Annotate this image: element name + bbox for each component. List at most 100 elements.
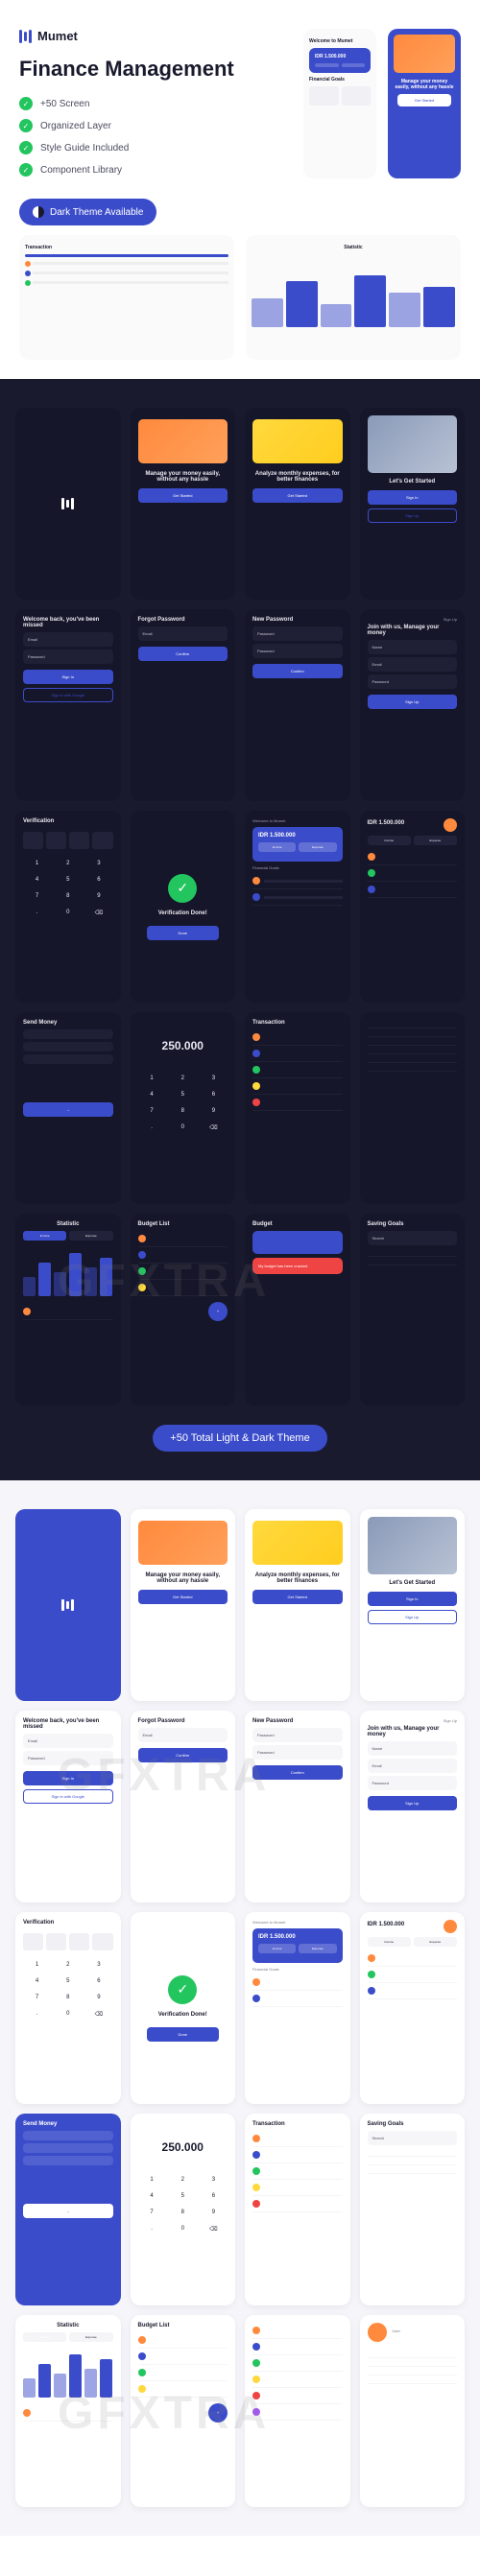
email-field[interactable]: Email: [23, 632, 113, 647]
note-field[interactable]: [23, 2156, 113, 2165]
screen-transaction-dark[interactable]: Transaction: [245, 1012, 350, 1204]
screen-forgot-dark[interactable]: Forgot PasswordEmailConfirm: [131, 609, 236, 801]
avatar[interactable]: [368, 2323, 387, 2342]
expense-tab[interactable]: Expense: [69, 1231, 112, 1241]
screen-splash-dark[interactable]: [15, 408, 121, 600]
password-field[interactable]: Password: [23, 650, 113, 664]
screen-signin-light[interactable]: Welcome back, you've been missedEmailPas…: [15, 1711, 121, 1902]
income-tab[interactable]: Income: [23, 1231, 66, 1241]
income-chip[interactable]: Income: [368, 836, 411, 845]
screen-amount-dark[interactable]: 250.000123456789.0⌫: [131, 1012, 236, 1204]
get-started-button[interactable]: Get Started: [138, 1590, 228, 1604]
screen-onboard2-light[interactable]: Analyze monthly expenses, for better fin…: [245, 1509, 350, 1701]
email-field[interactable]: Email: [368, 657, 458, 672]
list-item[interactable]: [252, 2163, 343, 2180]
confirm-button[interactable]: Confirm: [138, 1748, 228, 1762]
list-item[interactable]: [138, 2332, 228, 2349]
password-field[interactable]: Password: [368, 1776, 458, 1790]
list-item[interactable]: [368, 1028, 458, 1037]
number-keypad[interactable]: 123456789.0⌫: [23, 857, 113, 920]
screen-verify-dark[interactable]: Verification123456789.0⌫: [15, 811, 121, 1003]
recipient-field[interactable]: [23, 1029, 113, 1039]
list-item[interactable]: [368, 2350, 458, 2358]
list-item[interactable]: [368, 1257, 458, 1265]
confirm-button[interactable]: Confirm: [252, 664, 343, 678]
screen-start-light[interactable]: Let's Get StartedSign InSign Up: [360, 1509, 466, 1701]
screen-home2-dark[interactable]: IDR 1.500.000IncomeExpense: [360, 811, 466, 1003]
done-button[interactable]: Done: [147, 926, 219, 940]
list-item[interactable]: [368, 1248, 458, 1257]
screen-budget-light[interactable]: Budget List+: [131, 2315, 236, 2507]
email-field[interactable]: Email: [23, 1734, 113, 1748]
signin-button[interactable]: Sign In: [368, 490, 458, 505]
password-confirm-field[interactable]: Password: [252, 644, 343, 658]
otp-input[interactable]: [23, 832, 113, 849]
password-field[interactable]: Password: [368, 674, 458, 689]
screen-home-light[interactable]: Welcome to MumetIDR 1.500.000IncomeExpen…: [245, 1912, 350, 2104]
email-field[interactable]: Email: [138, 626, 228, 641]
list-item[interactable]: [368, 1054, 458, 1063]
list-item[interactable]: [23, 1304, 113, 1320]
get-started-button[interactable]: Get Started: [138, 488, 228, 503]
list-item[interactable]: [252, 1095, 343, 1111]
signup-submit[interactable]: Sign Up: [368, 1796, 458, 1810]
email-field[interactable]: Email: [138, 1728, 228, 1742]
google-signin[interactable]: Sign in with Google: [23, 688, 113, 702]
list-item[interactable]: [252, 1974, 343, 1991]
recipient-field[interactable]: [23, 2131, 113, 2140]
list-item[interactable]: [252, 1046, 343, 1062]
list-item[interactable]: [368, 1020, 458, 1028]
confirm-button[interactable]: Confirm: [252, 1765, 343, 1780]
number-keypad[interactable]: 123456789.0⌫: [23, 1958, 113, 2021]
list-item[interactable]: [138, 1247, 228, 1264]
list-item[interactable]: [368, 1967, 458, 1983]
note-field[interactable]: [23, 1054, 113, 1064]
number-keypad[interactable]: 123456789.0⌫: [138, 2173, 228, 2236]
screen-home-dark[interactable]: Welcome to MumetIDR 1.500.000IncomeExpen…: [245, 811, 350, 1003]
otp-input[interactable]: [23, 1933, 113, 1950]
screen-forgot-light[interactable]: Forgot PasswordEmailConfirm: [131, 1711, 236, 1902]
screen-splash-light[interactable]: [15, 1509, 121, 1701]
password-field[interactable]: Password: [252, 1728, 343, 1742]
list-item[interactable]: [368, 882, 458, 898]
list-item[interactable]: [252, 2323, 343, 2339]
password-confirm-field[interactable]: Password: [252, 1745, 343, 1760]
password-field[interactable]: Password: [252, 626, 343, 641]
amount-field[interactable]: [23, 1042, 113, 1052]
list-item[interactable]: [368, 2375, 458, 2384]
done-button[interactable]: Done: [147, 2027, 219, 2042]
list-item[interactable]: [138, 2381, 228, 2398]
expense-chip[interactable]: Expense: [414, 836, 457, 845]
dark-theme-button[interactable]: Dark Theme Available: [19, 199, 156, 225]
list-item[interactable]: [252, 2404, 343, 2421]
list-item[interactable]: [138, 1264, 228, 1280]
add-button[interactable]: +: [208, 2403, 228, 2422]
list-item[interactable]: [23, 2405, 113, 2422]
screen-onboard1-dark[interactable]: Manage your money easily, without any ha…: [131, 408, 236, 600]
screen-start-dark[interactable]: Let's Get StartedSign InSign Up: [360, 408, 466, 600]
list-item[interactable]: [252, 2339, 343, 2355]
confirm-button[interactable]: Confirm: [138, 647, 228, 661]
income-tab[interactable]: Income: [23, 2332, 66, 2342]
list-item[interactable]: [368, 1037, 458, 1046]
screen-home2-light[interactable]: IDR 1.500.000IncomeExpense: [360, 1912, 466, 2104]
expense-tab[interactable]: Expense: [69, 2332, 112, 2342]
list-item[interactable]: [252, 2131, 343, 2147]
list-item[interactable]: [252, 2196, 343, 2212]
list-item[interactable]: [138, 1280, 228, 1296]
list-item[interactable]: [368, 2367, 458, 2375]
list-item[interactable]: [368, 2358, 458, 2367]
list-item[interactable]: [368, 865, 458, 882]
avatar[interactable]: [444, 818, 457, 832]
screen-newpass-dark[interactable]: New PasswordPasswordPasswordConfirm: [245, 609, 350, 801]
list-item[interactable]: [252, 1991, 343, 2007]
search-field[interactable]: Search: [368, 1231, 458, 1245]
income-chip[interactable]: Income: [368, 1937, 411, 1947]
password-field[interactable]: Password: [23, 1751, 113, 1765]
screen-verify-done-dark[interactable]: ✓Verification Done!Done: [131, 811, 236, 1003]
amount-field[interactable]: [23, 2143, 113, 2153]
screen-profile-light[interactable]: User: [360, 2315, 466, 2507]
get-started-button[interactable]: Get Started: [252, 488, 343, 503]
send-button[interactable]: →: [23, 1102, 113, 1117]
screen-statistic-light[interactable]: StatisticIncomeExpense: [15, 2315, 121, 2507]
